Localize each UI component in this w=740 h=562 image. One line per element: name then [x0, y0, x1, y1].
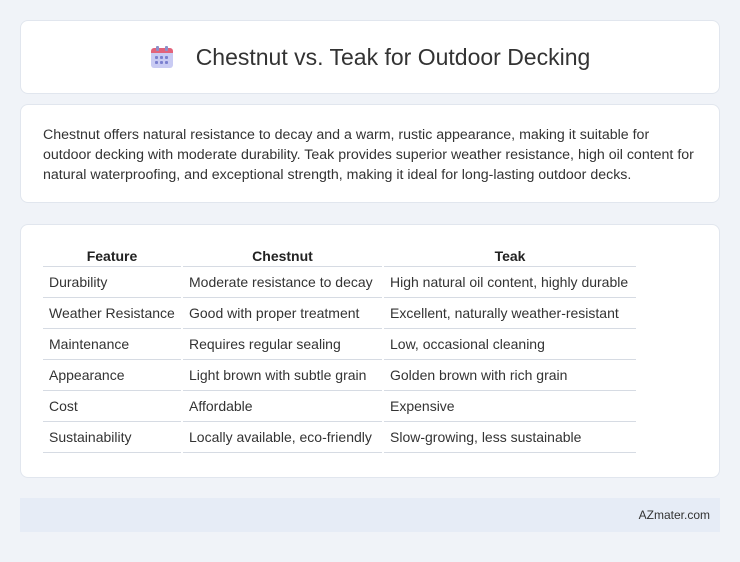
teak-cell: High natural oil content, highly durable — [384, 267, 636, 298]
description-text: Chestnut offers natural resistance to de… — [43, 127, 694, 183]
feature-cell: Appearance — [43, 360, 181, 391]
chestnut-cell: Light brown with subtle grain — [183, 360, 382, 391]
table-header-row: Feature Chestnut Teak — [43, 247, 636, 267]
feature-cell: Weather Resistance — [43, 298, 181, 329]
comparison-table-card: Feature Chestnut Teak Durability Moderat… — [20, 224, 720, 478]
header-teak: Teak — [384, 247, 636, 267]
comparison-table: Feature Chestnut Teak Durability Moderat… — [41, 247, 638, 453]
footer-bar: AZmater.com — [20, 498, 720, 532]
teak-cell: Excellent, naturally weather-resistant — [384, 298, 636, 329]
teak-cell: Golden brown with rich grain — [384, 360, 636, 391]
description-card: Chestnut offers natural resistance to de… — [20, 104, 720, 203]
chestnut-cell: Good with proper treatment — [183, 298, 382, 329]
title-card: Chestnut vs. Teak for Outdoor Decking — [20, 20, 720, 94]
feature-cell: Durability — [43, 267, 181, 298]
chestnut-cell: Requires regular sealing — [183, 329, 382, 360]
table-row: Sustainability Locally available, eco-fr… — [43, 422, 636, 453]
table-row: Maintenance Requires regular sealing Low… — [43, 329, 636, 360]
chestnut-cell: Moderate resistance to decay — [183, 267, 382, 298]
calendar-icon — [150, 45, 174, 69]
feature-cell: Sustainability — [43, 422, 181, 453]
feature-cell: Maintenance — [43, 329, 181, 360]
table-row: Appearance Light brown with subtle grain… — [43, 360, 636, 391]
header-feature: Feature — [43, 247, 181, 267]
page-title: Chestnut vs. Teak for Outdoor Decking — [195, 43, 591, 70]
table-row: Cost Affordable Expensive — [43, 391, 636, 422]
title-wrap: Chestnut vs. Teak for Outdoor Decking — [150, 43, 591, 71]
teak-cell: Slow-growing, less sustainable — [384, 422, 636, 453]
header-chestnut: Chestnut — [183, 247, 382, 267]
teak-cell: Expensive — [384, 391, 636, 422]
chestnut-cell: Affordable — [183, 391, 382, 422]
table-row: Durability Moderate resistance to decay … — [43, 267, 636, 298]
footer-brand[interactable]: AZmater.com — [639, 508, 710, 522]
chestnut-cell: Locally available, eco-friendly — [183, 422, 382, 453]
teak-cell: Low, occasional cleaning — [384, 329, 636, 360]
feature-cell: Cost — [43, 391, 181, 422]
table-row: Weather Resistance Good with proper trea… — [43, 298, 636, 329]
